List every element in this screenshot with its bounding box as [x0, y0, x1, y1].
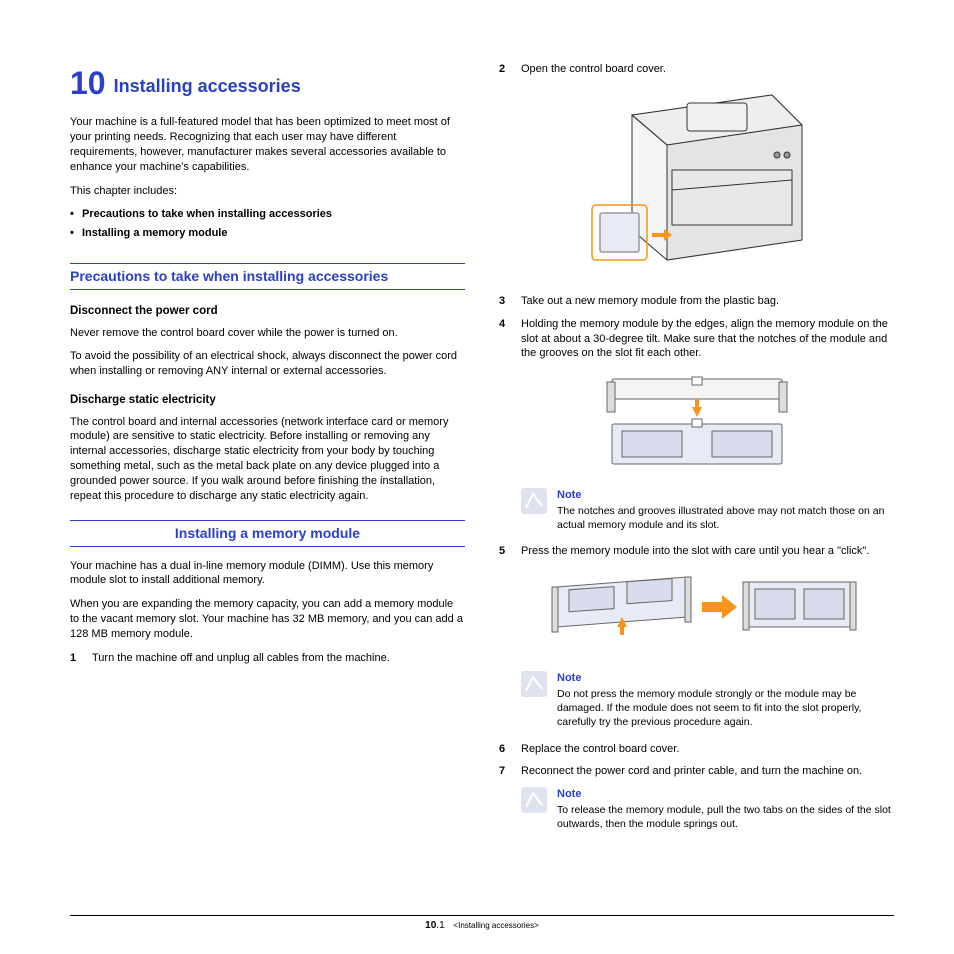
intro-paragraph: Your machine is a full-featured model th… — [70, 115, 465, 174]
step-1: Turn the machine off and unplug all cabl… — [92, 651, 465, 666]
step-5: Press the memory module into the slot wi… — [521, 544, 894, 559]
note-2-text: Do not press the memory module strongly … — [557, 687, 894, 730]
note-icon — [521, 671, 547, 697]
includes-item: Precautions to take when installing acce… — [70, 207, 465, 222]
step-number-6: 6 — [499, 742, 521, 757]
chapter-number: 10 — [70, 65, 106, 101]
step-number-2: 2 — [499, 62, 521, 77]
step-6: Replace the control board cover. — [521, 742, 894, 757]
step-number-5: 5 — [499, 544, 521, 559]
note-icon — [521, 787, 547, 813]
note-label: Note — [557, 488, 894, 503]
install-p2: When you are expanding the memory capaci… — [70, 597, 465, 642]
note-label: Note — [557, 671, 894, 686]
figure-memory-align — [499, 369, 894, 474]
chapter-title: 10 Installing accessories — [70, 62, 465, 105]
figure-printer — [499, 85, 894, 280]
page-footer: 10.1 <Installing accessories> — [70, 915, 894, 933]
step-number-3: 3 — [499, 294, 521, 309]
section-heading-precautions: Precautions to take when installing acce… — [70, 263, 465, 290]
note-icon — [521, 488, 547, 514]
step-number-4: 4 — [499, 317, 521, 362]
note-1: Note The notches and grooves illustrated… — [499, 488, 894, 532]
step-number-1: 1 — [70, 651, 92, 666]
step-2: Open the control board cover. — [521, 62, 894, 77]
footer-chapter-num: 10 — [425, 920, 436, 931]
install-p1: Your machine has a dual in-line memory m… — [70, 559, 465, 589]
step-7: Reconnect the power cord and printer cab… — [521, 764, 894, 779]
footer-page-sub: .1 — [436, 920, 444, 931]
includes-item: Installing a memory module — [70, 226, 465, 241]
precautions-p2: To avoid the possibility of an electrica… — [70, 349, 465, 379]
includes-list: Precautions to take when installing acce… — [70, 207, 465, 241]
step-3: Take out a new memory module from the pl… — [521, 294, 894, 309]
step-number-7: 7 — [499, 764, 521, 779]
note-1-text: The notches and grooves illustrated abov… — [557, 504, 894, 532]
step-4: Holding the memory module by the edges, … — [521, 317, 894, 362]
subheading-disconnect: Disconnect the power cord — [70, 304, 465, 320]
footer-chapter-name: <Installing accessories> — [453, 921, 538, 930]
note-2: Note Do not press the memory module stro… — [499, 671, 894, 729]
note-3-text: To release the memory module, pull the t… — [557, 803, 894, 831]
subheading-static: Discharge static electricity — [70, 393, 465, 409]
static-p1: The control board and internal accessori… — [70, 415, 465, 504]
figure-memory-insert — [499, 567, 894, 657]
note-3: Note To release the memory module, pull … — [499, 787, 894, 831]
chapter-title-text: Installing accessories — [114, 76, 301, 96]
includes-label: This chapter includes: — [70, 184, 465, 199]
note-label: Note — [557, 787, 894, 802]
precautions-p1: Never remove the control board cover whi… — [70, 326, 465, 341]
section-heading-install: Installing a memory module — [70, 520, 465, 547]
